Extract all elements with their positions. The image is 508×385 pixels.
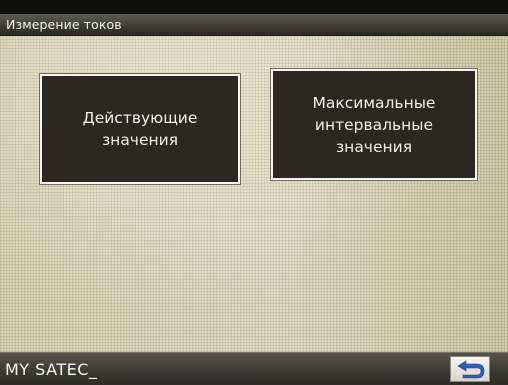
top-bezel: [0, 0, 508, 14]
back-arrow-icon: [457, 360, 485, 379]
max-interval-values-label: Максимальные интервальные значения: [312, 93, 436, 156]
page-title: Измерение токов: [6, 17, 122, 32]
max-interval-values-button[interactable]: Максимальные интервальные значения: [270, 68, 478, 181]
title-bar: Измерение токов: [0, 14, 508, 36]
back-button[interactable]: [450, 356, 490, 382]
main-content: Действующие значения Максимальные интерв…: [0, 36, 508, 352]
rms-values-label: Действующие значения: [82, 109, 198, 149]
status-bar: MY SATEC_: [0, 352, 508, 385]
rms-values-button[interactable]: Действующие значения: [39, 73, 241, 185]
device-name: MY SATEC_: [5, 360, 98, 379]
